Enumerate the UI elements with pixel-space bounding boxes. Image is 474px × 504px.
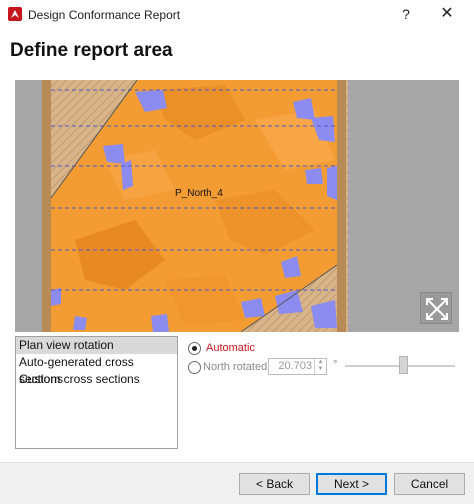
page-title: Define report area: [10, 40, 173, 61]
rotation-angle-value: 20.703: [278, 360, 312, 372]
zoom-extents-button[interactable]: [420, 292, 452, 324]
window-title: Design Conformance Report: [28, 8, 181, 22]
rotation-angle-spinbox[interactable]: 20.703 ▲ ▼: [268, 358, 327, 375]
back-button[interactable]: < Back: [239, 473, 310, 495]
expand-icon: [426, 298, 448, 320]
next-button[interactable]: Next >: [316, 473, 387, 495]
list-item-custom-cross-sections[interactable]: Custom cross sections: [16, 371, 177, 388]
help-button[interactable]: ?: [396, 3, 416, 25]
automatic-radio[interactable]: [188, 342, 201, 355]
north-rotated-radio[interactable]: [188, 361, 201, 374]
close-button[interactable]: ✕: [434, 3, 460, 25]
rotation-slider-thumb[interactable]: [399, 356, 408, 374]
plan-view-map[interactable]: P_North_4: [15, 80, 459, 332]
spin-buttons: ▲ ▼: [314, 359, 326, 374]
spin-up-icon[interactable]: ▲: [315, 359, 326, 366]
automatic-label[interactable]: Automatic: [206, 342, 255, 354]
spin-down-icon[interactable]: ▼: [315, 366, 326, 373]
surface-plot: [42, 80, 348, 332]
app-logo-icon: [8, 7, 22, 21]
title-bar: Design Conformance Report ? ✕: [0, 0, 474, 30]
degree-unit: °: [333, 359, 338, 371]
cancel-button[interactable]: Cancel: [394, 473, 465, 495]
north-rotated-label[interactable]: North rotated: [203, 361, 267, 373]
list-item-auto-cross-sections[interactable]: Auto-generated cross sections: [16, 354, 177, 386]
list-item-plan-view-rotation[interactable]: Plan view rotation: [16, 337, 177, 354]
surface-label: P_North_4: [175, 188, 223, 199]
report-mode-list[interactable]: Plan view rotation Auto-generated cross …: [15, 336, 178, 449]
